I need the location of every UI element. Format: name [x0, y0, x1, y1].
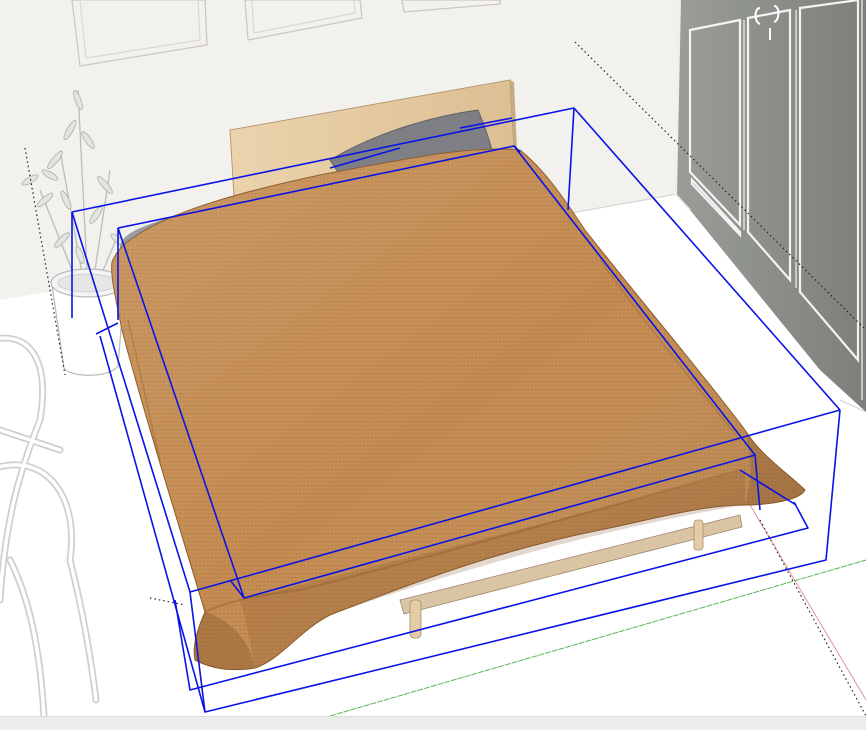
modeling-viewport[interactable]	[0, 0, 866, 730]
status-bar	[0, 716, 866, 730]
scene-canvas[interactable]	[0, 0, 866, 716]
